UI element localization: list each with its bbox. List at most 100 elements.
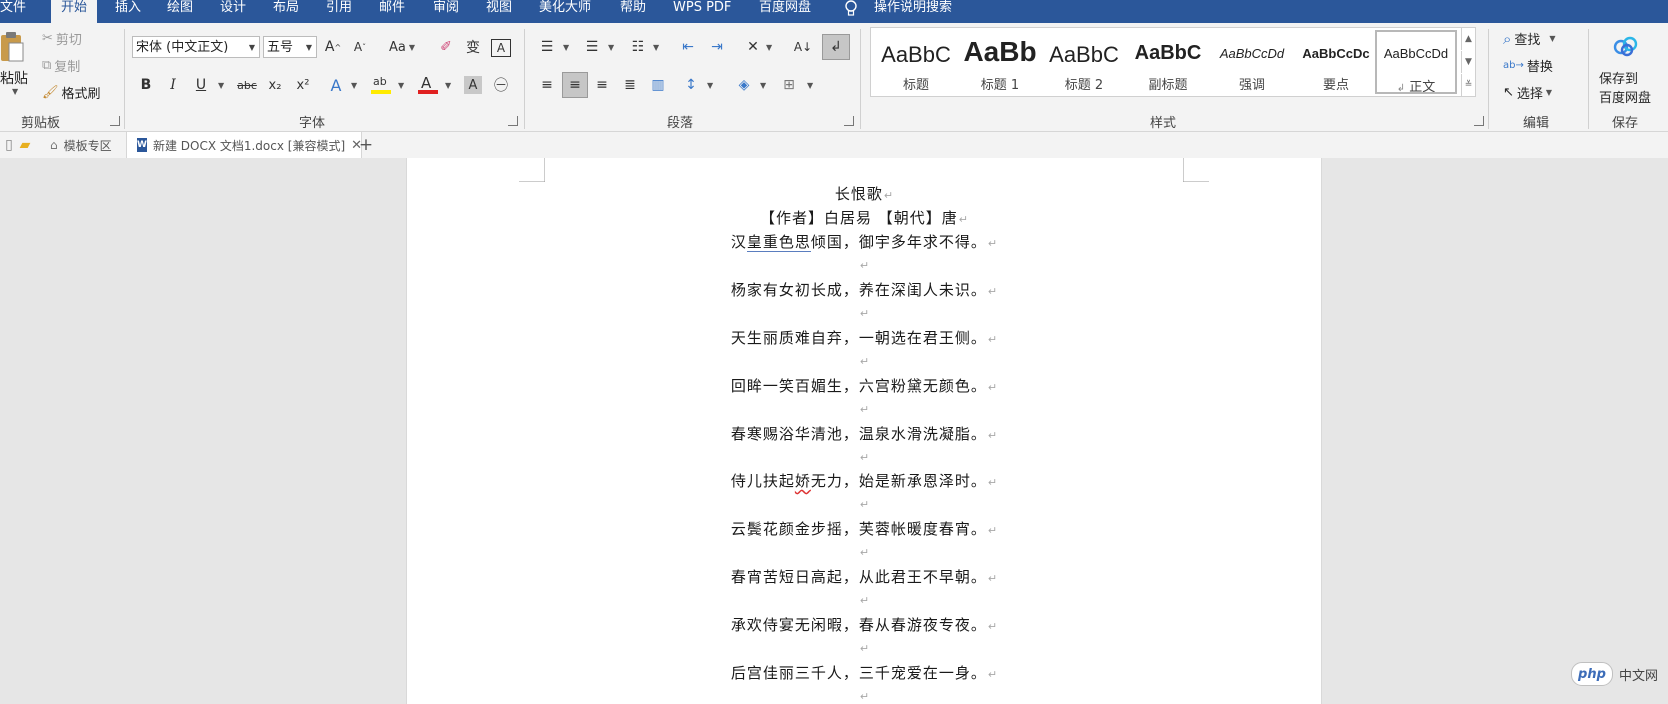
show-marks-icon[interactable]: ↲ <box>822 34 850 60</box>
menu-design[interactable]: 设计 <box>220 0 246 23</box>
poem-line[interactable]: 天生丽质难自弃，一朝选在君王侧。↵ <box>407 327 1321 348</box>
underline-dropdown-icon[interactable]: ▼ <box>218 81 224 90</box>
subscript-icon[interactable]: x₂ <box>266 74 284 96</box>
cut-button[interactable]: ✂ 剪切 <box>42 29 82 48</box>
justify-icon[interactable]: ≣ <box>619 74 641 96</box>
enclose-char-icon[interactable]: ㊀ <box>492 74 510 96</box>
menu-file[interactable]: 文件 <box>0 0 26 23</box>
style-subtitle[interactable]: AaBbC 副标题 <box>1127 30 1209 94</box>
empty-paragraph[interactable]: ↵ <box>407 638 1321 656</box>
poem-line[interactable]: 承欢侍宴无闲暇，春从春游夜专夜。↵ <box>407 614 1321 635</box>
style-emphasis[interactable]: AaBbCcDd 强调 <box>1211 30 1293 94</box>
change-case-icon[interactable]: Aa ▼ <box>386 36 418 58</box>
clipboard-launcher-icon[interactable] <box>110 116 120 126</box>
font-color-icon[interactable]: A <box>418 74 438 95</box>
menu-references[interactable]: 引用 <box>326 0 352 23</box>
find-button[interactable]: ⌕ 查找 ▼ <box>1503 29 1556 49</box>
styles-launcher-icon[interactable] <box>1474 116 1484 126</box>
lightbulb-icon[interactable] <box>842 0 860 20</box>
menu-layout[interactable]: 布局 <box>273 0 299 23</box>
menu-home[interactable]: 开始 <box>51 0 98 23</box>
clear-format-icon[interactable]: ✐ <box>437 36 455 58</box>
text-effects-icon[interactable]: A <box>327 74 345 96</box>
superscript-icon[interactable]: x² <box>294 74 312 96</box>
tell-me-search[interactable]: 操作说明搜索 <box>874 0 952 23</box>
folder-icon[interactable]: ▰ <box>16 134 34 156</box>
replace-button[interactable]: ab→ 替换 <box>1503 56 1553 75</box>
sort-icon[interactable]: A↓ <box>792 36 814 58</box>
select-button[interactable]: ↖ 选择 ▼ <box>1503 83 1552 102</box>
menu-baidu-pan[interactable]: 百度网盘 <box>759 0 811 23</box>
empty-paragraph[interactable]: ↵ <box>407 351 1321 369</box>
style-heading-1[interactable]: AaBb 标题 1 <box>959 30 1041 94</box>
font-launcher-icon[interactable] <box>508 116 518 126</box>
align-right-icon[interactable]: ≡ <box>591 74 613 96</box>
poem-line[interactable]: 侍儿扶起娇无力，始是新承恩泽时。↵ <box>407 470 1321 491</box>
font-color-dropdown-icon[interactable]: ▼ <box>445 81 451 90</box>
gallery-scroll-down-icon[interactable]: ▼ <box>1461 51 1475 73</box>
tab-document[interactable]: W 新建 DOCX 文档1.docx [兼容模式] ✕ <box>126 132 362 158</box>
empty-paragraph[interactable]: ↵ <box>407 686 1321 704</box>
style-heading-2[interactable]: AaBbC 标题 2 <box>1043 30 1125 94</box>
menu-beautify[interactable]: 美化大师 <box>539 0 591 23</box>
spelling-underlined-text[interactable]: 娇 <box>795 472 811 490</box>
distributed-icon[interactable]: ▥ <box>647 74 669 96</box>
align-center-icon[interactable]: ≡ <box>562 72 588 98</box>
italic-icon[interactable]: I <box>165 74 181 96</box>
multilevel-dropdown-icon[interactable]: ▼ <box>653 43 659 52</box>
poem-line[interactable]: 后宫佳丽三千人，三千宠爱在一身。↵ <box>407 662 1321 683</box>
char-shading-icon[interactable]: A <box>464 76 482 94</box>
numbering-dropdown-icon[interactable]: ▼ <box>608 43 614 52</box>
underline-icon[interactable]: U <box>193 74 209 96</box>
document-page[interactable]: 长恨歌↵ 【作者】白居易 【朝代】唐↵ 汉皇重色思倾国，御宇多年求不得。↵ ↵ … <box>406 158 1322 704</box>
numbering-icon[interactable]: ☰ <box>581 36 603 58</box>
empty-paragraph[interactable]: ↵ <box>407 494 1321 512</box>
line-spacing-dropdown-icon[interactable]: ▼ <box>707 81 713 90</box>
empty-paragraph[interactable]: ↵ <box>407 255 1321 273</box>
increase-indent-icon[interactable]: ⇥ <box>706 36 728 58</box>
font-size-select[interactable]: 五号 ▼ <box>263 36 317 58</box>
borders-dropdown-icon[interactable]: ▼ <box>807 81 813 90</box>
scroll-left-icon[interactable]: ▯ <box>2 134 16 156</box>
char-border-icon[interactable]: A <box>491 39 511 57</box>
asian-layout-dropdown-icon[interactable]: ▼ <box>766 43 772 52</box>
empty-paragraph[interactable]: ↵ <box>407 399 1321 417</box>
empty-paragraph[interactable]: ↵ <box>407 447 1321 465</box>
paragraph-launcher-icon[interactable] <box>844 116 854 126</box>
highlight-icon[interactable]: ab <box>371 75 391 95</box>
paste-icon[interactable] <box>0 31 24 65</box>
poem-line[interactable]: 汉皇重色思倾国，御宇多年求不得。↵ <box>407 231 1321 252</box>
poem-line[interactable]: 杨家有女初长成，养在深闺人未识。↵ <box>407 279 1321 300</box>
asian-layout-icon[interactable]: ✕ <box>742 36 764 58</box>
bullets-icon[interactable]: ☰ <box>536 36 558 58</box>
poem-author-line[interactable]: 【作者】白居易 【朝代】唐↵ <box>407 207 1321 228</box>
text-effects-dropdown-icon[interactable]: ▼ <box>351 81 357 90</box>
grow-font-icon[interactable]: A ^ <box>325 36 341 58</box>
menu-draw[interactable]: 绘图 <box>167 0 193 23</box>
line-spacing-icon[interactable]: ↕ <box>680 74 702 96</box>
menu-insert[interactable]: 插入 <box>115 0 141 23</box>
decrease-indent-icon[interactable]: ⇤ <box>677 36 699 58</box>
grammar-underlined-text[interactable]: 皇重色思 <box>746 233 811 252</box>
menu-review[interactable]: 审阅 <box>433 0 459 23</box>
shading-icon[interactable]: ◈ <box>733 74 755 96</box>
style-normal[interactable]: AaBbCcDd ↲ 正文 <box>1375 30 1457 95</box>
font-name-select[interactable]: 宋体 (中文正文) ▼ <box>132 36 260 58</box>
new-tab-button[interactable]: + <box>356 134 376 156</box>
save-to-baidu-line2[interactable]: 百度网盘 <box>1599 87 1651 106</box>
menu-help[interactable]: 帮助 <box>620 0 646 23</box>
menu-view[interactable]: 视图 <box>486 0 512 23</box>
style-title[interactable]: AaBbC 标题 <box>875 30 957 94</box>
empty-paragraph[interactable]: ↵ <box>407 303 1321 321</box>
shading-dropdown-icon[interactable]: ▼ <box>760 81 766 90</box>
highlight-dropdown-icon[interactable]: ▼ <box>398 81 404 90</box>
empty-paragraph[interactable]: ↵ <box>407 590 1321 608</box>
poem-title[interactable]: 长恨歌↵ <box>407 183 1321 204</box>
phonetic-guide-icon[interactable]: 变 <box>463 36 483 58</box>
gallery-scroll-up-icon[interactable]: ▲ <box>1461 28 1475 50</box>
tab-template-zone[interactable]: ⌂ 模板专区 <box>38 132 124 158</box>
align-left-icon[interactable]: ≡ <box>536 74 558 96</box>
save-to-baidu-line1[interactable]: 保存到 <box>1599 68 1638 87</box>
paste-button[interactable]: 粘贴 <box>0 68 28 88</box>
multilevel-list-icon[interactable]: ☷ <box>627 36 649 58</box>
